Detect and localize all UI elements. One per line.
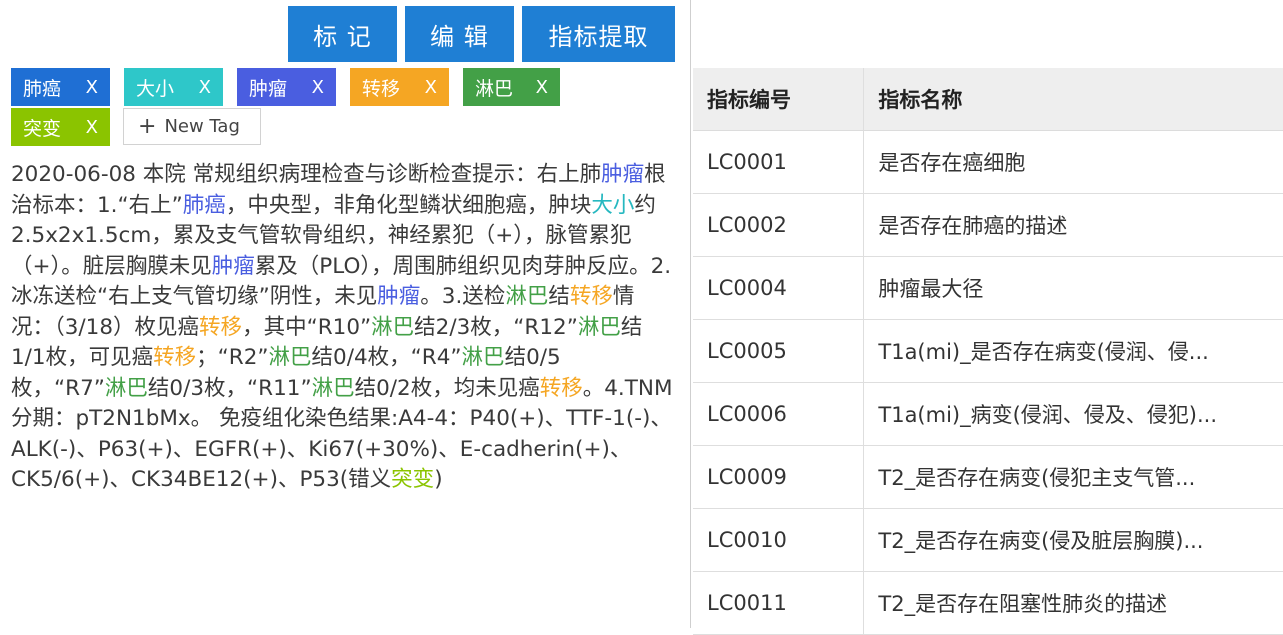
indicator-name: T2_是否存在阻塞性肺炎的描述 [863, 571, 1283, 635]
indicator-name: 是否存在肺癌的描述 [863, 193, 1283, 257]
report-text-segment: ；“R2” [196, 345, 269, 370]
entity-highlight: 淋巴 [311, 375, 355, 401]
table-header-row: 指标编号 指标名称 [693, 68, 1283, 131]
plus-icon: + [138, 113, 157, 139]
entity-highlight: 转移 [153, 345, 197, 370]
tag-label: 淋巴 [475, 77, 514, 100]
tag-label: 肺癌 [23, 77, 62, 100]
entity-highlight: 转移 [539, 375, 583, 401]
close-icon[interactable]: X [312, 77, 324, 98]
entity-highlight: 肿瘤 [601, 162, 645, 187]
report-text-segment: 结0/4枚，“R4” [311, 345, 462, 370]
entity-highlight: 淋巴 [505, 284, 549, 309]
report-text-segment: ，中央型，非角化型鳞状细胞癌，肿块 [225, 192, 592, 218]
report-text-segment: 结0/2枚，均未见癌 [354, 375, 540, 401]
tag-tumor[interactable]: 肿瘤 X [237, 68, 336, 106]
entity-highlight: 淋巴 [577, 314, 621, 340]
entity-highlight: 淋巴 [268, 345, 312, 370]
indicator-name: 是否存在癌细胞 [863, 130, 1283, 194]
indicator-name: T2_是否存在病变(侵及脏层胸膜)... [863, 508, 1283, 572]
mark-button[interactable]: 标 记 [288, 6, 397, 62]
report-text-segment: 结0/3枚，“R11” [147, 375, 312, 401]
indicator-id: LC0006 [693, 382, 865, 446]
entity-highlight: 肺癌 [182, 192, 226, 218]
table-row[interactable]: LC0005 T1a(mi)_是否存在病变(侵润、侵... [693, 319, 1283, 383]
column-header-id[interactable]: 指标编号 [693, 68, 865, 131]
indicator-id: LC0010 [693, 508, 865, 572]
left-panel: 标 记 编 辑 指标提取 肺癌 X 大小 X 肿瘤 X 转移 X 淋巴 X 突变… [0, 0, 688, 628]
entity-highlight: 转移 [569, 284, 613, 309]
pathology-report-text: 2020-06-08 本院 常规组织病理检查与诊断检查提示：右上肺肿瘤根治标本：… [11, 160, 673, 496]
indicator-name: T1a(mi)_病变(侵润、侵及、侵犯)... [863, 382, 1283, 446]
table-row[interactable]: LC0001 是否存在癌细胞 [693, 130, 1283, 194]
indicator-id: LC0009 [693, 445, 865, 509]
tag-label: 突变 [23, 117, 62, 140]
close-icon[interactable]: X [199, 77, 211, 98]
panel-divider [690, 0, 691, 628]
report-text-segment: 结 [548, 284, 570, 309]
column-header-name[interactable]: 指标名称 [863, 68, 1283, 131]
tag-size[interactable]: 大小 X [124, 68, 223, 106]
indicator-table: 指标编号 指标名称 LC0001 是否存在癌细胞 LC0002 是否存在肺癌的描述 … [693, 68, 1283, 635]
new-tag-button[interactable]: + New Tag [123, 108, 261, 145]
entity-highlight: 肿瘤 [211, 253, 255, 279]
indicator-id: LC0002 [693, 193, 865, 257]
table-row[interactable]: LC0004 肿瘤最大径 [693, 256, 1283, 320]
entity-highlight: 转移 [199, 314, 243, 340]
close-icon[interactable]: X [536, 77, 548, 98]
tag-mutation[interactable]: 突变 X [11, 108, 110, 146]
new-tag-label: New Tag [164, 116, 240, 137]
indicator-name: T1a(mi)_是否存在病变(侵润、侵... [863, 319, 1283, 383]
indicator-id: LC0004 [693, 256, 865, 320]
indicator-id: LC0011 [693, 571, 865, 635]
report-text-segment: 2020-06-08 本院 常规组织病理检查与诊断检查提示：右上肺 [11, 162, 602, 187]
close-icon[interactable]: X [425, 77, 437, 98]
table-row[interactable]: LC0002 是否存在肺癌的描述 [693, 193, 1283, 257]
close-icon[interactable]: X [86, 77, 98, 98]
edit-button[interactable]: 编 辑 [405, 6, 514, 62]
tag-label: 大小 [136, 77, 175, 100]
table-row[interactable]: LC0009 T2_是否存在病变(侵犯主支气管... [693, 445, 1283, 509]
entity-highlight: 大小 [591, 192, 635, 218]
report-text-segment: 结2/3枚，“R12” [414, 314, 578, 340]
report-text-segment: ，其中“R10” [242, 314, 372, 340]
entity-highlight: 肿瘤 [377, 284, 421, 309]
tag-lung-cancer[interactable]: 肺癌 X [11, 68, 110, 106]
tag-lymph[interactable]: 淋巴 X [463, 68, 560, 106]
indicator-id: LC0005 [693, 319, 865, 383]
entity-highlight: 淋巴 [461, 345, 505, 370]
table-row[interactable]: LC0011 T2_是否存在阻塞性肺炎的描述 [693, 571, 1283, 635]
entity-highlight: 突变 [391, 467, 435, 492]
report-text-segment: ) [434, 467, 443, 492]
indicator-id: LC0001 [693, 130, 865, 194]
entity-highlight: 淋巴 [104, 375, 148, 401]
table-row[interactable]: LC0010 T2_是否存在病变(侵及脏层胸膜)... [693, 508, 1283, 572]
indicator-name: 肿瘤最大径 [863, 256, 1283, 320]
report-text-segment: 。3.送检 [420, 284, 506, 309]
close-icon[interactable]: X [86, 117, 98, 138]
table-row[interactable]: LC0006 T1a(mi)_病变(侵润、侵及、侵犯)... [693, 382, 1283, 446]
toolbar: 标 记 编 辑 指标提取 [288, 6, 675, 62]
indicator-name: T2_是否存在病变(侵犯主支气管... [863, 445, 1283, 509]
tag-label: 肿瘤 [249, 77, 288, 100]
extract-indicators-button[interactable]: 指标提取 [522, 6, 675, 62]
tag-label: 转移 [362, 77, 401, 100]
entity-highlight: 淋巴 [371, 314, 415, 340]
tag-metastasis[interactable]: 转移 X [350, 68, 449, 106]
